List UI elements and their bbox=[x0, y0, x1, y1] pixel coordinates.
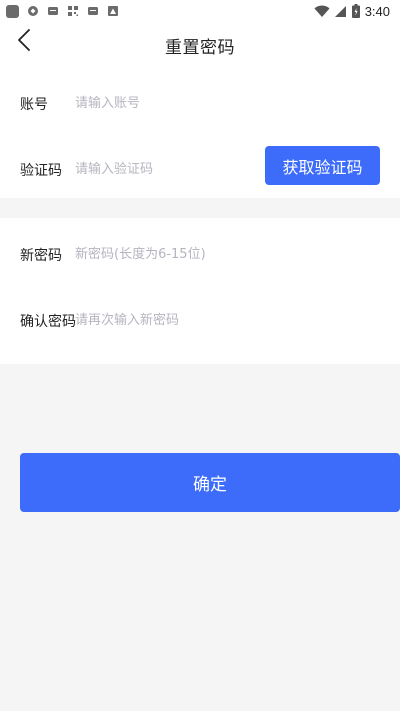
clock: 3:40 bbox=[364, 3, 390, 19]
confirm-password-input[interactable] bbox=[75, 307, 375, 333]
status-bar-system: 3:40 bbox=[314, 3, 390, 19]
new-password-input[interactable] bbox=[75, 241, 375, 267]
confirm-password-row: 确认密码 bbox=[0, 301, 400, 341]
app-icon bbox=[6, 4, 19, 18]
wifi-icon bbox=[314, 5, 330, 17]
account-input[interactable] bbox=[75, 90, 375, 116]
sync-icon bbox=[28, 6, 38, 16]
app-header: 重置密码 bbox=[0, 22, 400, 66]
message-icon bbox=[88, 7, 98, 15]
verification-code-input[interactable] bbox=[75, 156, 255, 182]
new-password-label: 新密码 bbox=[20, 248, 62, 264]
confirm-password-label: 确认密码 bbox=[20, 314, 76, 330]
page-title: 重置密码 bbox=[165, 38, 235, 58]
battery-icon bbox=[351, 4, 360, 18]
account-verification-card: 账号 验证码 获取验证码 bbox=[0, 66, 400, 198]
new-password-row: 新密码 bbox=[0, 235, 400, 275]
signal-icon bbox=[334, 5, 346, 17]
status-bar: 3:40 bbox=[0, 0, 400, 22]
account-row: 账号 bbox=[0, 84, 400, 124]
message-icon bbox=[48, 7, 58, 15]
new-password-card: 新密码 确认密码 bbox=[0, 218, 400, 364]
confirm-button[interactable]: 确定 bbox=[20, 453, 400, 512]
verification-code-label: 验证码 bbox=[20, 163, 62, 179]
qr-icon bbox=[68, 6, 78, 16]
image-icon bbox=[108, 6, 118, 16]
status-bar-notifications bbox=[6, 4, 119, 18]
account-label: 账号 bbox=[20, 97, 48, 113]
get-verification-code-button[interactable]: 获取验证码 bbox=[265, 146, 380, 185]
